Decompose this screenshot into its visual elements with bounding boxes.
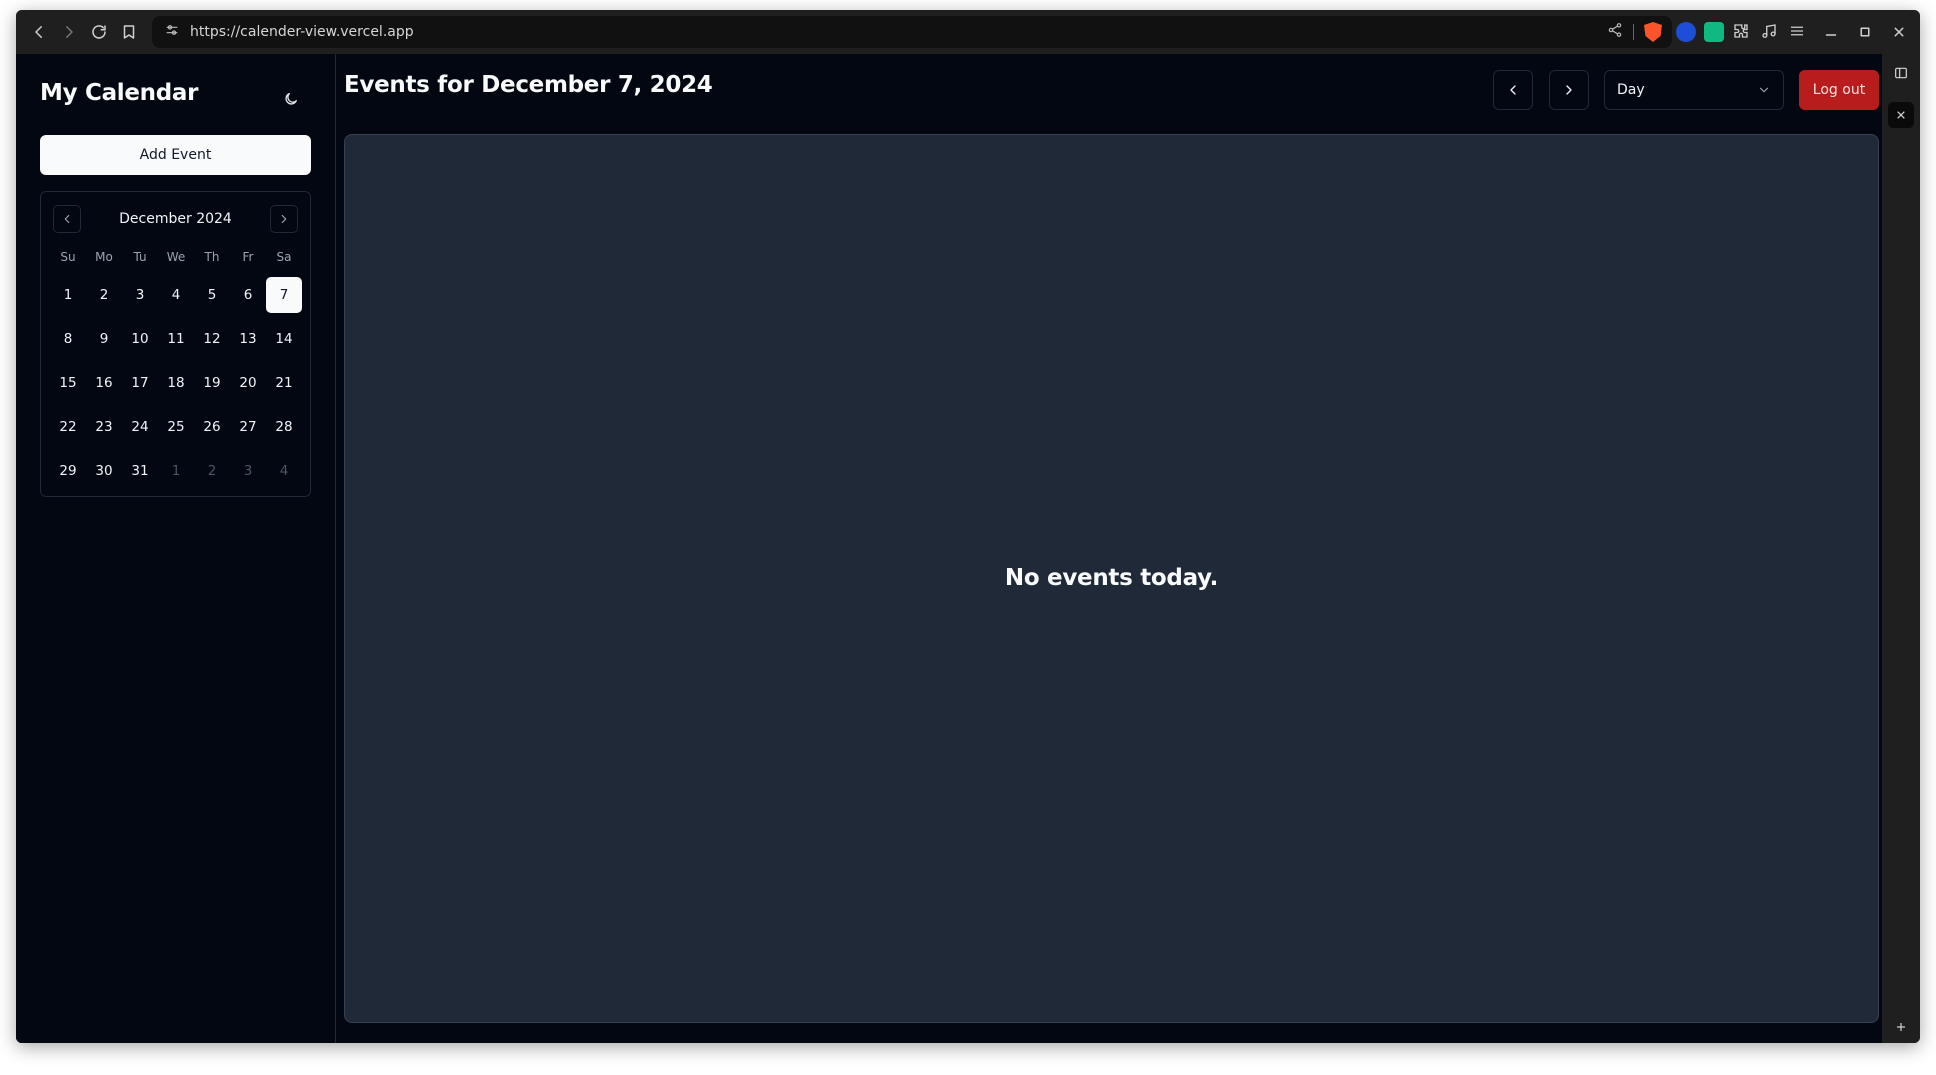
mini-calendar-next-button[interactable]	[270, 205, 298, 233]
weekday-header: Tu	[133, 250, 147, 264]
calendar-sidebar: My Calendar Add Event December 2024 Su Mo…	[16, 54, 336, 1043]
maximize-icon[interactable]	[1850, 17, 1880, 47]
calendar-day[interactable]: 30	[86, 453, 122, 489]
calendar-day[interactable]: 5	[194, 277, 230, 313]
calendar-day[interactable]: 28	[266, 409, 302, 445]
theme-toggle-moon-icon[interactable]	[278, 86, 304, 112]
menu-icon[interactable]	[1788, 22, 1808, 42]
mini-calendar-grid: Su Mo Tu We Th Fr Sa 1 2 3 4 5 6 7 8 9 10 11 12 13 14 15 16 17 1…	[50, 245, 302, 489]
browser-side-panel	[1882, 54, 1920, 1043]
calendar-day-selected[interactable]: 7	[266, 277, 302, 313]
extensions-area	[1676, 16, 1808, 48]
reload-icon[interactable]	[84, 17, 114, 47]
close-window-icon[interactable]	[1884, 17, 1914, 47]
calendar-day[interactable]: 3	[230, 453, 266, 489]
weekday-header: Mo	[95, 250, 113, 264]
prev-day-button[interactable]	[1493, 70, 1533, 110]
weekday-header: Th	[204, 250, 220, 264]
calendar-day[interactable]: 12	[194, 321, 230, 357]
calendar-day[interactable]: 31	[122, 453, 158, 489]
puzzle-icon[interactable]	[1732, 22, 1752, 42]
calendar-day[interactable]: 20	[230, 365, 266, 401]
calendar-day[interactable]: 14	[266, 321, 302, 357]
calendar-day[interactable]: 6	[230, 277, 266, 313]
calendar-day[interactable]: 4	[266, 453, 302, 489]
calendar-day[interactable]: 1	[158, 453, 194, 489]
weekday-header: Su	[60, 250, 76, 264]
calendar-day[interactable]: 1	[50, 277, 86, 313]
window-controls	[1816, 16, 1914, 48]
minimize-icon[interactable]	[1816, 17, 1846, 47]
calendar-day[interactable]: 8	[50, 321, 86, 357]
calendar-day[interactable]: 16	[86, 365, 122, 401]
calendar-day[interactable]: 27	[230, 409, 266, 445]
calendar-day[interactable]: 26	[194, 409, 230, 445]
next-day-button[interactable]	[1549, 70, 1589, 110]
address-bar[interactable]: https://calender-view.vercel.app	[152, 16, 1672, 48]
calendar-day[interactable]: 2	[86, 277, 122, 313]
chevron-left-icon	[1510, 85, 1516, 95]
calendar-day[interactable]: 15	[50, 365, 86, 401]
extension-blue-icon[interactable]	[1676, 22, 1696, 42]
sidebar-title: My Calendar	[40, 80, 199, 106]
app-viewport: My Calendar Add Event December 2024 Su Mo…	[16, 54, 1882, 1043]
empty-state-message: No events today.	[1004, 565, 1219, 591]
sidebar-toggle-icon[interactable]	[1888, 60, 1914, 86]
calendar-day[interactable]: 19	[194, 365, 230, 401]
calendar-day[interactable]: 4	[158, 277, 194, 313]
calendar-day[interactable]: 18	[158, 365, 194, 401]
weekday-header: We	[166, 250, 186, 264]
calendar-day[interactable]: 22	[50, 409, 86, 445]
calendar-day[interactable]: 10	[122, 321, 158, 357]
music-icon[interactable]	[1760, 22, 1780, 42]
browser-toolbar: https://calender-view.vercel.app	[16, 10, 1920, 54]
calendar-day[interactable]: 29	[50, 453, 86, 489]
add-panel-icon[interactable]	[1888, 1014, 1914, 1040]
calendar-day[interactable]: 24	[122, 409, 158, 445]
bookmark-icon[interactable]	[114, 17, 144, 47]
site-settings-icon[interactable]	[164, 22, 180, 43]
events-panel: No events today.	[344, 134, 1879, 1023]
calendar-day[interactable]: 11	[158, 321, 194, 357]
page-title: Events for December 7, 2024	[344, 72, 713, 98]
chevron-right-icon	[1566, 85, 1572, 95]
calendar-day[interactable]: 21	[266, 365, 302, 401]
logout-button[interactable]: Log out	[1799, 70, 1879, 110]
calendar-day[interactable]: 23	[86, 409, 122, 445]
calendar-day[interactable]: 25	[158, 409, 194, 445]
calendar-day[interactable]: 9	[86, 321, 122, 357]
close-panel-icon[interactable]	[1888, 102, 1914, 128]
chevron-right-icon	[281, 214, 287, 224]
calendar-day[interactable]: 2	[194, 453, 230, 489]
calendar-day[interactable]: 3	[122, 277, 158, 313]
calendar-day[interactable]: 13	[230, 321, 266, 357]
mini-calendar: December 2024 Su Mo Tu We Th Fr Sa 1 2 3 4 5 6 7 8 9 10 1…	[40, 191, 311, 497]
weekday-header: Sa	[276, 250, 292, 264]
view-select-value: Day	[1617, 82, 1645, 98]
url-divider	[1633, 24, 1634, 40]
share-icon[interactable]	[1607, 22, 1623, 43]
extension-green-icon[interactable]	[1704, 22, 1724, 42]
add-event-button[interactable]: Add Event	[40, 135, 311, 175]
chevron-down-icon	[1757, 83, 1771, 101]
brave-shields-icon[interactable]	[1644, 22, 1662, 42]
forward-icon[interactable]	[54, 17, 84, 47]
calendar-day[interactable]: 17	[122, 365, 158, 401]
url-text[interactable]: https://calender-view.vercel.app	[190, 24, 414, 40]
browser-window: https://calender-view.vercel.app My Cale…	[16, 10, 1920, 1043]
weekday-header: Fr	[242, 250, 254, 264]
back-icon[interactable]	[24, 17, 54, 47]
view-select[interactable]: Day	[1604, 70, 1784, 110]
